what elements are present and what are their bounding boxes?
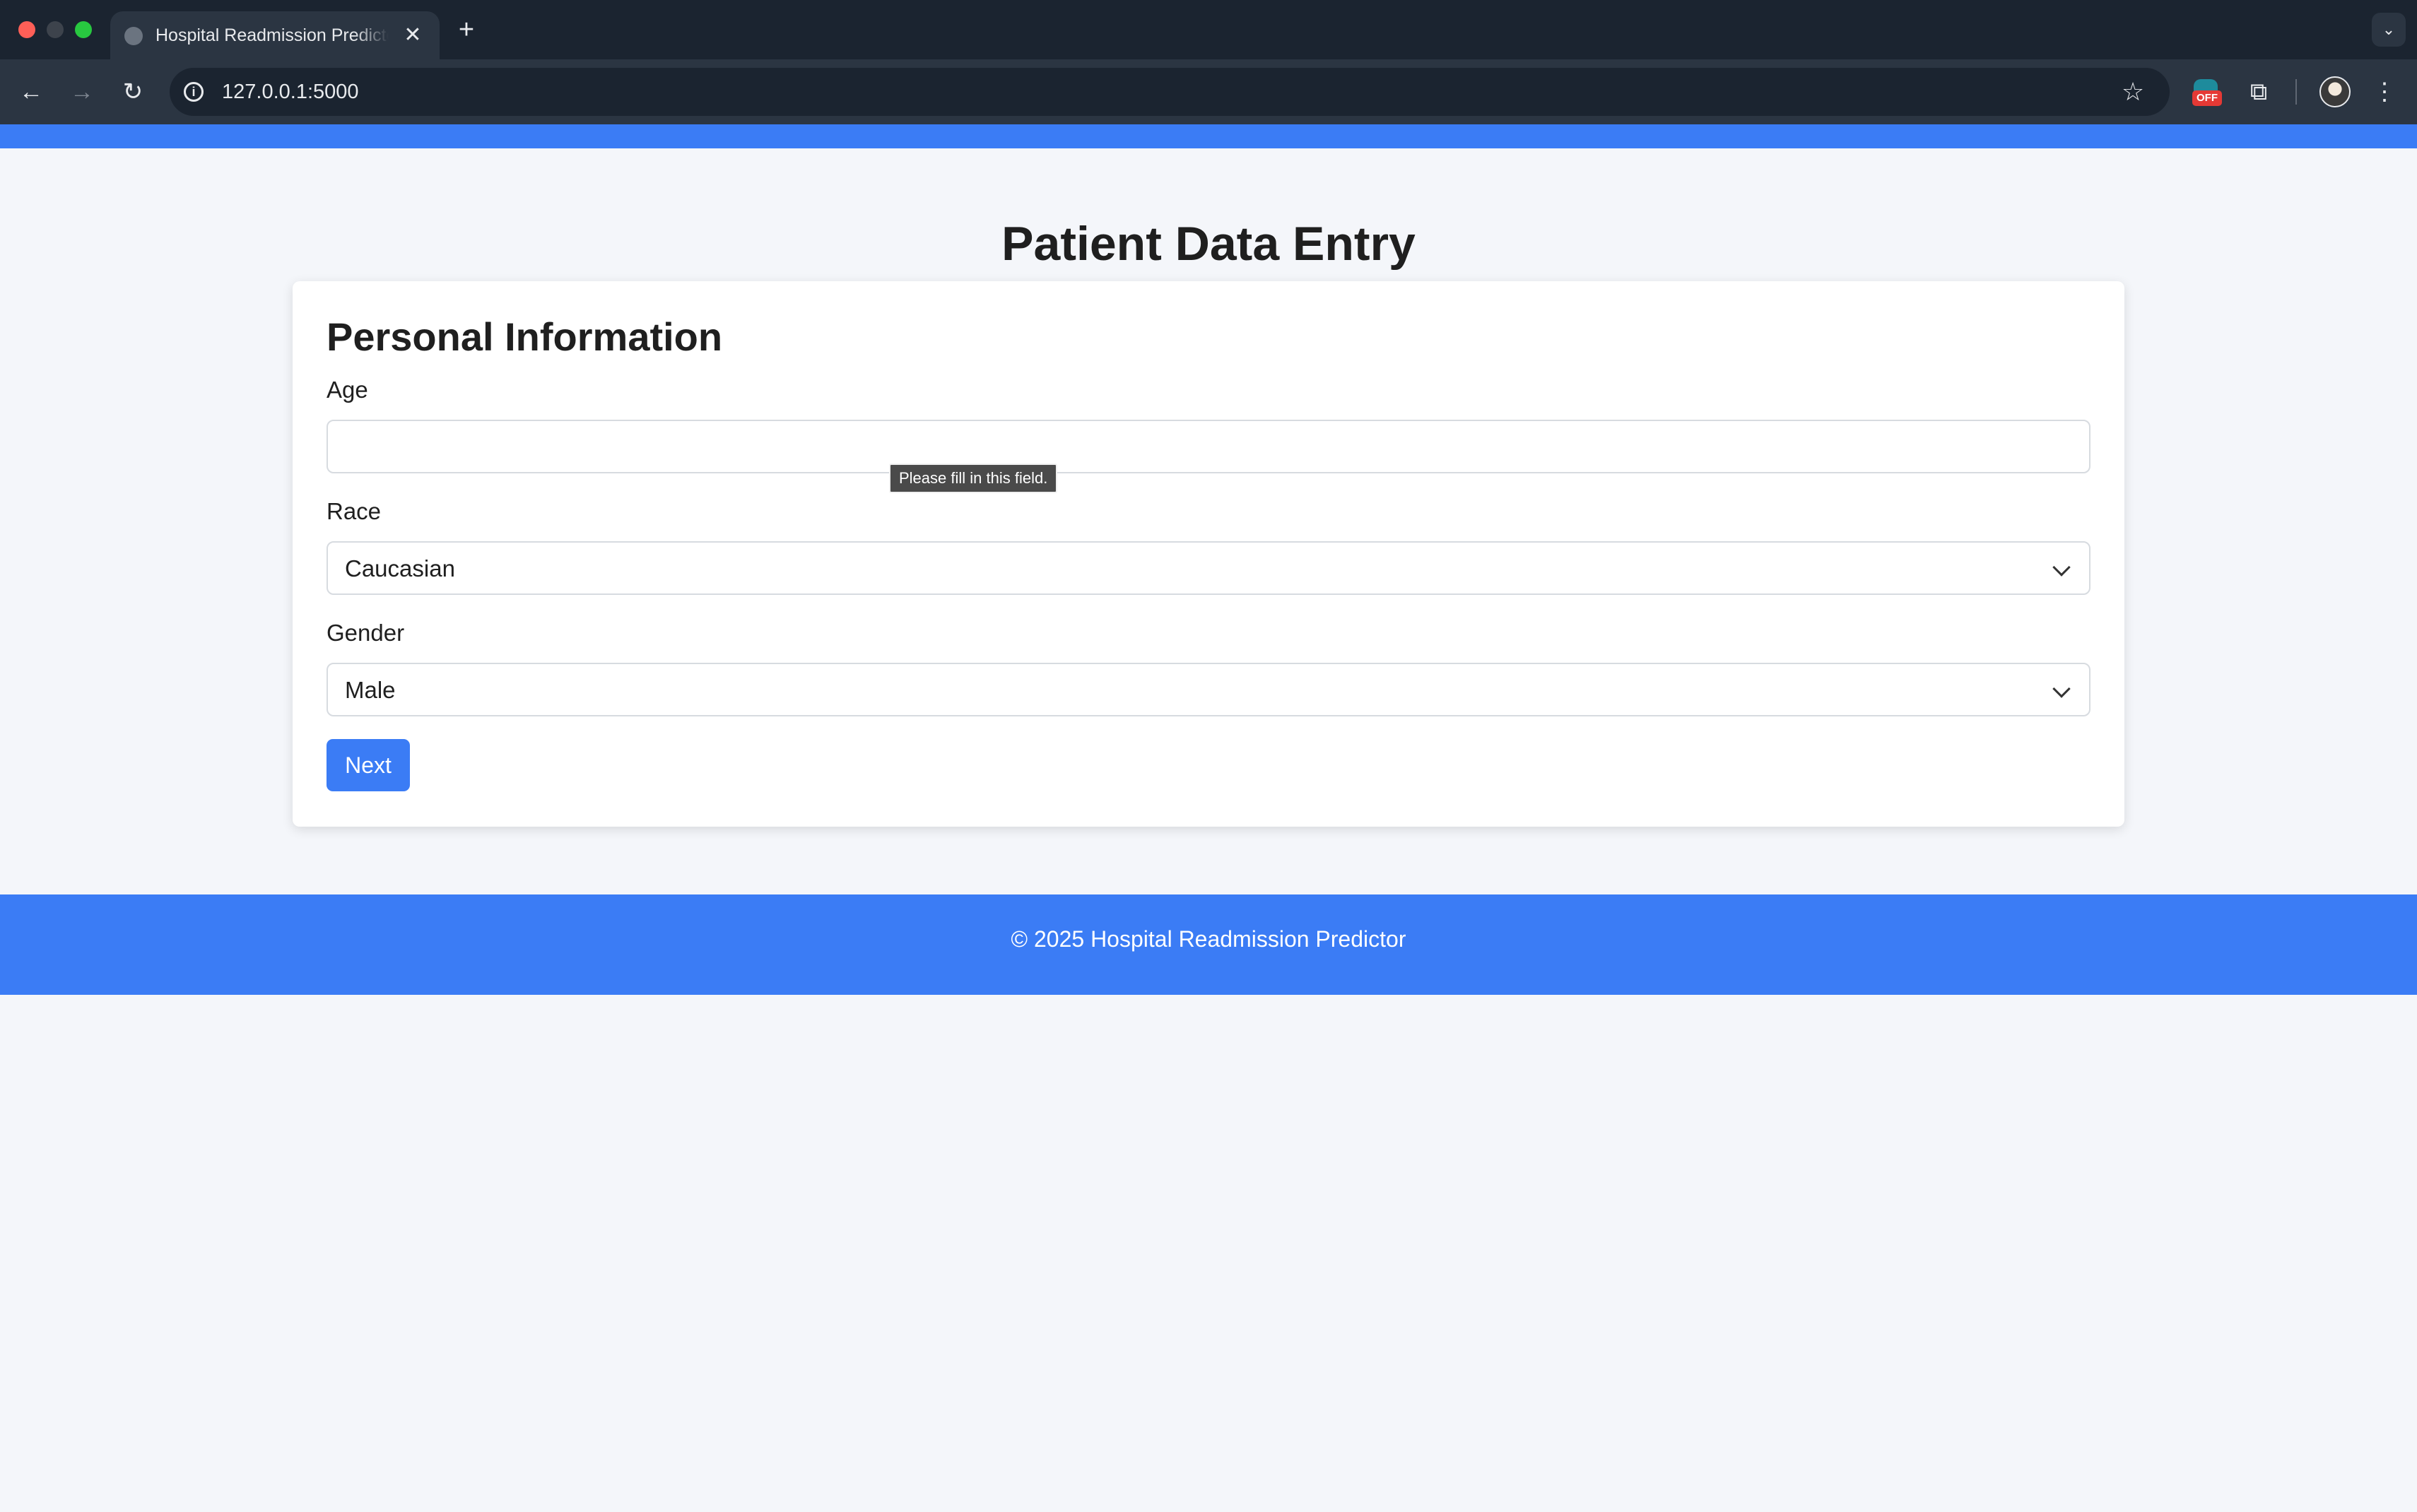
extensions-puzzle-icon[interactable]: ⧉	[2242, 75, 2276, 109]
window-close-button[interactable]	[18, 21, 35, 38]
age-label: Age	[327, 377, 368, 403]
header-stripe	[0, 124, 2417, 148]
chevron-down-icon	[2052, 680, 2071, 698]
footer: © 2025 Hospital Readmission Predictor	[0, 894, 2417, 995]
new-tab-button[interactable]: +	[452, 14, 481, 45]
section-title: Personal Information	[327, 314, 723, 359]
footer-copyright: © 2025 Hospital Readmission Predictor	[1011, 926, 1406, 952]
back-button[interactable]: ←	[14, 75, 48, 109]
gender-label: Gender	[327, 620, 405, 646]
extension-off-icon[interactable]: OFF	[2189, 79, 2225, 107]
extension-off-badge: OFF	[2192, 90, 2222, 106]
gender-selected-value: Male	[345, 677, 396, 703]
bookmark-star-icon[interactable]: ☆	[2117, 76, 2148, 107]
browser-tab-bar: Hospital Readmission Predictor ✕ + ⌄	[0, 0, 2417, 59]
address-bar[interactable]: i 127.0.0.1:5000 ☆	[170, 68, 2170, 116]
toolbar-divider	[2295, 79, 2297, 105]
age-input[interactable]	[327, 420, 2090, 473]
next-button[interactable]: Next	[327, 739, 410, 791]
gender-select[interactable]: Male	[327, 663, 2090, 716]
window-zoom-button[interactable]	[75, 21, 92, 38]
browser-toolbar: ← → ↻ i 127.0.0.1:5000 ☆ OFF ⧉ ⋮	[0, 59, 2417, 124]
reload-button[interactable]: ↻	[116, 75, 150, 109]
browser-tab[interactable]: Hospital Readmission Predictor ✕	[110, 11, 440, 59]
tab-search-button[interactable]: ⌄	[2372, 13, 2406, 47]
window-minimize-button[interactable]	[47, 21, 64, 38]
race-selected-value: Caucasian	[345, 555, 455, 581]
site-info-icon[interactable]: i	[184, 82, 204, 102]
tab-title: Hospital Readmission Predictor	[155, 25, 389, 45]
profile-avatar[interactable]	[2319, 76, 2351, 107]
browser-menu-icon[interactable]: ⋮	[2370, 75, 2399, 109]
close-icon[interactable]: ✕	[399, 21, 427, 49]
globe-icon	[124, 27, 143, 45]
chevron-down-icon	[2052, 558, 2071, 577]
race-label: Race	[327, 498, 382, 524]
url-text[interactable]: 127.0.0.1:5000	[222, 78, 359, 106]
page-title: Patient Data Entry	[1001, 217, 1416, 271]
forward-button[interactable]: →	[65, 75, 99, 109]
form-card: Personal Information Age Race Caucasian …	[293, 281, 2124, 827]
race-select[interactable]: Caucasian	[327, 541, 2090, 595]
validation-tooltip: Please fill in this field.	[889, 463, 1058, 493]
